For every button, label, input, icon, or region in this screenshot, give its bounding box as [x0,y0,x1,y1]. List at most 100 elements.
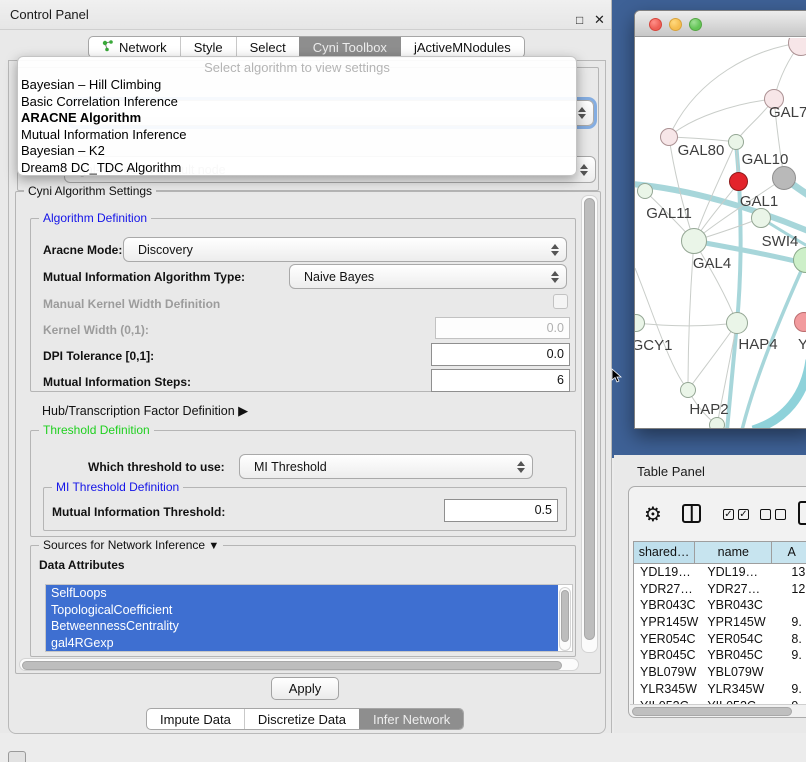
dpi-tolerance-field[interactable]: 0.0 [431,343,570,366]
table-row[interactable]: YBR045CYBR045C9. [634,647,806,664]
combo-stepper-icon [550,271,558,283]
apply-button[interactable]: Apply [271,677,339,700]
node-attribute-table[interactable]: shared… name A YDL19…YDL19…13 YDR27…YDR2… [633,541,806,713]
hub-definition-section[interactable]: Hub/Transcription Factor Definition ▶ [42,403,248,419]
network-node[interactable] [660,128,678,146]
expanded-arrow-icon[interactable]: ▼ [208,540,219,552]
tab-network-label: Network [119,40,167,55]
column-header[interactable]: shared… [634,542,695,563]
tab-discretize-data[interactable]: Discretize Data [244,709,359,729]
table-panel-title: Table Panel [637,464,705,479]
cell: YLR345W [634,681,701,698]
data-attributes-list[interactable]: SelfLoops TopologicalCoefficient Between… [45,584,573,652]
which-threshold-combobox[interactable]: MI Threshold [239,454,533,479]
network-node[interactable] [680,382,696,398]
hub-definition-label: Hub/Transcription Factor Definition [42,404,235,418]
zoom-traffic-icon[interactable] [689,18,702,31]
aracne-mode-combobox[interactable]: Discovery [123,237,567,262]
table-row[interactable]: YLR345WYLR345W9. [634,681,806,698]
data-attributes-label: Data Attributes [39,558,125,572]
cell: YDL19… [634,564,701,581]
tab-cyni-toolbox[interactable]: Cyni Toolbox [299,37,400,57]
table-row[interactable]: YBL079WYBL079W [634,664,806,681]
node-label: GAL1 [740,193,778,210]
scrollbar-thumb[interactable] [584,198,595,640]
mi-steps-field[interactable]: 6 [431,369,570,392]
node-label: GAL7 [769,104,806,121]
menu-item[interactable]: Mutual Information Inference [18,127,576,144]
cell [786,597,806,614]
menu-item[interactable]: Basic Correlation Inference [18,94,576,111]
attributes-scrollbar[interactable] [559,587,571,651]
manual-kernel-width-checkbox[interactable] [553,294,568,309]
list-item[interactable]: TopologicalCoefficient [46,602,558,619]
minimize-traffic-icon[interactable] [669,18,682,31]
dpi-tolerance-label: DPI Tolerance [0,1]: [43,349,154,363]
list-item[interactable]: BetweennessCentrality [46,618,558,635]
gear-icon[interactable]: ⚙ [644,502,662,527]
network-node-selected[interactable] [729,172,748,191]
checked-box-icon: ✓ [738,509,749,520]
table-row[interactable]: YER054CYER054C8. [634,631,806,648]
close-traffic-icon[interactable] [649,18,662,31]
network-node[interactable] [772,166,796,190]
menu-item[interactable]: Bayesian – Hill Climbing [18,77,576,94]
cyni-settings-title: Cyni Algorithm Settings [24,184,156,198]
network-canvas[interactable]: GAL7 GAL80 GAL10 GAL1 GAL11 SWI4 GAL4 GC… [635,38,806,428]
table-row[interactable]: YBR043CYBR043C [634,597,806,614]
network-node[interactable] [726,312,748,334]
cell [786,664,806,681]
mi-algorithm-type-label: Mutual Information Algorithm Type: [43,270,245,284]
kernel-width-field[interactable]: 0.0 [435,317,570,339]
node-label: HAP2 [689,401,728,418]
algorithm-definition-group: Algorithm Definition Aracne Mode: Discov… [30,218,576,392]
deselect-all-icon[interactable] [760,509,786,520]
tab-jactivemnodules[interactable]: jActiveMNodules [400,37,524,57]
menu-item-selected[interactable]: ARACNE Algorithm [18,110,576,127]
columns-icon[interactable] [682,504,701,523]
document-icon[interactable] [798,501,806,525]
network-node[interactable] [637,183,653,199]
cell: YBR043C [634,597,701,614]
settings-horizontal-scrollbar[interactable] [19,658,579,671]
scrollbar-thumb[interactable] [561,590,569,642]
column-header[interactable]: A [772,542,806,563]
list-item[interactable]: SelfLoops [46,585,558,602]
scrollbar-thumb[interactable] [632,707,792,716]
aracne-mode-value: Discovery [124,243,193,257]
column-header[interactable]: name [695,542,772,563]
unchecked-box-icon [760,509,771,520]
mi-algorithm-type-combobox[interactable]: Naive Bayes [289,264,567,289]
float-window-icon[interactable]: □ [576,12,583,28]
collapsed-arrow-icon[interactable]: ▶ [238,403,248,418]
network-node[interactable] [709,417,725,428]
which-threshold-value: MI Threshold [240,460,327,474]
cell: 13 [786,564,806,581]
tab-network[interactable]: Network [89,37,180,57]
tab-infer-network[interactable]: Infer Network [359,709,463,729]
table-row[interactable]: YPR145WYPR145W9. [634,614,806,631]
menu-item[interactable]: Dream8 DC_TDC Algorithm [18,160,576,177]
restore-panel-button[interactable] [8,751,26,762]
select-all-icon[interactable]: ✓ ✓ [723,509,749,520]
network-node[interactable] [681,228,707,254]
node-label: GAL80 [678,142,725,159]
close-window-icon[interactable]: ✕ [594,12,605,28]
tab-style[interactable]: Style [180,37,236,57]
tab-discretize-data-label: Discretize Data [258,712,346,727]
mi-threshold-field[interactable]: 0.5 [444,499,558,522]
table-row[interactable]: YDL19…YDL19…13 [634,564,806,581]
scrollbar-thumb[interactable] [22,661,562,670]
table-row[interactable]: YDR27…YDR27…12 [634,581,806,598]
tab-impute-data[interactable]: Impute Data [147,709,244,729]
network-node[interactable] [728,134,744,150]
tab-select[interactable]: Select [236,37,299,57]
cell: YER054C [634,631,701,648]
network-node[interactable] [751,208,771,228]
table-horizontal-scrollbar[interactable] [630,704,806,717]
settings-vertical-scrollbar[interactable] [581,195,598,653]
cell: YBL079W [701,664,786,681]
list-item[interactable]: gal4RGexp [46,635,558,652]
menu-item[interactable]: Bayesian – K2 [18,143,576,160]
threshold-definition-group: Threshold Definition Which threshold to … [30,430,576,537]
